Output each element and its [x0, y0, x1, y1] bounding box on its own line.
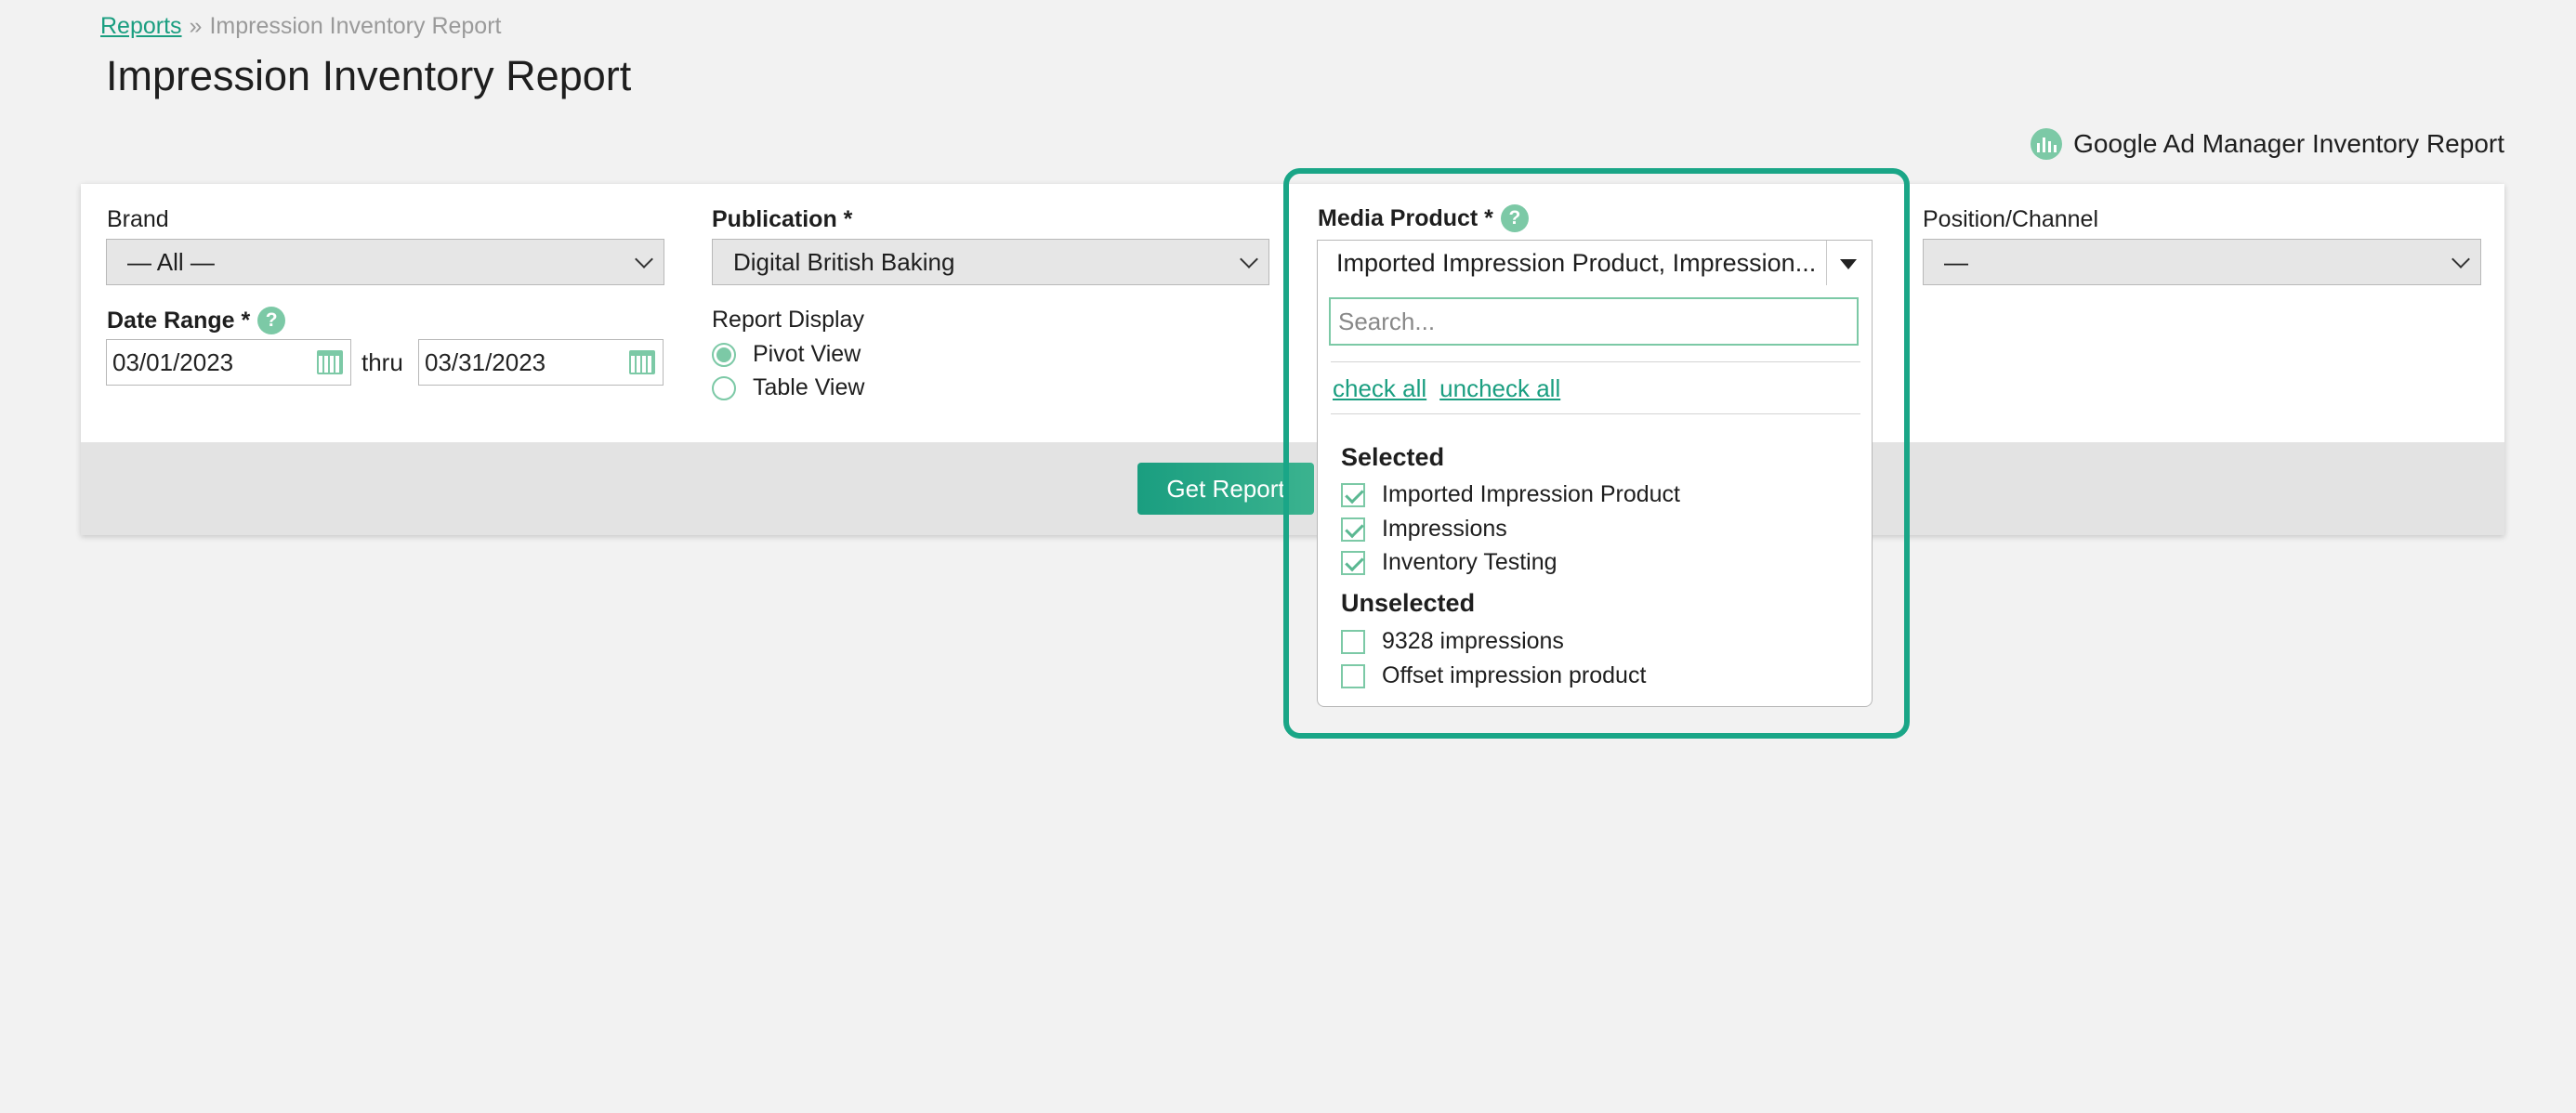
publication-select-value: Digital British Baking: [733, 247, 955, 276]
media-product-dropdown: check all uncheck all Selected Imported I…: [1317, 285, 1873, 707]
selected-heading: Selected: [1341, 443, 1445, 471]
table-view-label: Table View: [753, 374, 865, 400]
pivot-view-label: Pivot View: [753, 341, 861, 367]
check-links: check all uncheck all: [1333, 374, 1573, 403]
start-date-value: 03/01/2023: [112, 347, 234, 376]
media-product-value: Imported Impression Product, Impression.…: [1336, 248, 1817, 277]
option-label: Impressions: [1382, 516, 1507, 542]
page: Reports» Impression Inventory Report Impr…: [0, 0, 2576, 1113]
date-range-separator: thru: [361, 348, 403, 376]
brand-select-value: — All —: [127, 247, 215, 276]
pivot-view-radio[interactable]: Pivot View: [712, 341, 861, 368]
breadcrumb-reports-link[interactable]: Reports: [100, 13, 182, 39]
media-product-label-text: Media Product *: [1318, 204, 1493, 231]
option-label: Offset impression product: [1382, 662, 1647, 688]
checkbox-checked-icon[interactable]: [1341, 517, 1365, 542]
option-label: Inventory Testing: [1382, 549, 1557, 575]
start-date-input[interactable]: 03/01/2023: [106, 339, 351, 386]
option-imported-impression-product[interactable]: Imported Impression Product: [1341, 481, 1680, 508]
caret-down-icon[interactable]: [1840, 259, 1857, 269]
calendar-icon[interactable]: [317, 350, 343, 374]
chevron-down-icon: [2451, 250, 2470, 268]
position-channel-value: —: [1944, 247, 1968, 276]
date-range-label-text: Date Range *: [107, 307, 251, 334]
end-date-value: 03/31/2023: [425, 347, 546, 376]
table-view-radio[interactable]: Table View: [712, 374, 864, 401]
checkbox-checked-icon[interactable]: [1341, 550, 1365, 575]
chevron-down-icon: [635, 250, 653, 268]
brand-label: Brand: [107, 206, 169, 232]
multiselect-divider: [1826, 241, 1827, 285]
radio-checked-icon[interactable]: [712, 342, 736, 367]
get-report-button[interactable]: Get Report: [1137, 463, 1314, 515]
option-9328-impressions[interactable]: 9328 impressions: [1341, 628, 1564, 655]
breadcrumb: Reports » Impression Inventory Report: [100, 13, 501, 40]
checkbox-unchecked-icon[interactable]: [1341, 663, 1365, 688]
check-all-link[interactable]: check all: [1333, 374, 1426, 402]
page-title: Impression Inventory Report: [106, 52, 632, 99]
card-footer: Get Report: [81, 442, 2504, 535]
radio-unchecked-icon[interactable]: [712, 375, 736, 400]
position-channel-label: Position/Channel: [1923, 206, 2099, 232]
publication-label: Publication *: [712, 206, 853, 232]
media-product-label: Media Product * ?: [1318, 204, 1529, 232]
breadcrumb-separator: »: [189, 13, 203, 39]
divider: [1331, 361, 1860, 362]
option-inventory-testing[interactable]: Inventory Testing: [1341, 549, 1557, 576]
brand-select[interactable]: — All —: [106, 239, 664, 285]
report-display-label: Report Display: [712, 307, 864, 333]
option-label: 9328 impressions: [1382, 628, 1564, 654]
gam-inventory-report-link[interactable]: Google Ad Manager Inventory Report: [2031, 128, 2504, 160]
calendar-icon[interactable]: [629, 350, 655, 374]
end-date-input[interactable]: 03/31/2023: [418, 339, 664, 386]
bar-chart-icon: [2031, 128, 2063, 160]
search-input[interactable]: [1329, 297, 1859, 346]
option-offset-impression-product[interactable]: Offset impression product: [1341, 662, 1646, 689]
position-channel-select[interactable]: —: [1923, 239, 2481, 285]
option-impressions[interactable]: Impressions: [1341, 516, 1507, 543]
help-icon[interactable]: ?: [1500, 204, 1529, 232]
option-label: Imported Impression Product: [1382, 481, 1680, 507]
gam-inventory-report-label: Google Ad Manager Inventory Report: [2073, 129, 2504, 158]
checkbox-checked-icon[interactable]: [1341, 482, 1365, 507]
help-icon[interactable]: ?: [257, 307, 286, 334]
divider: [1331, 413, 1860, 414]
media-product-multiselect[interactable]: Imported Impression Product, Impression.…: [1317, 240, 1873, 286]
chevron-down-icon: [1240, 250, 1258, 268]
breadcrumb-current: Impression Inventory Report: [209, 13, 502, 39]
date-range-label: Date Range * ?: [107, 307, 286, 334]
uncheck-all-link[interactable]: uncheck all: [1439, 374, 1560, 402]
checkbox-unchecked-icon[interactable]: [1341, 629, 1365, 654]
unselected-heading: Unselected: [1341, 589, 1476, 617]
publication-select[interactable]: Digital British Baking: [712, 239, 1269, 285]
